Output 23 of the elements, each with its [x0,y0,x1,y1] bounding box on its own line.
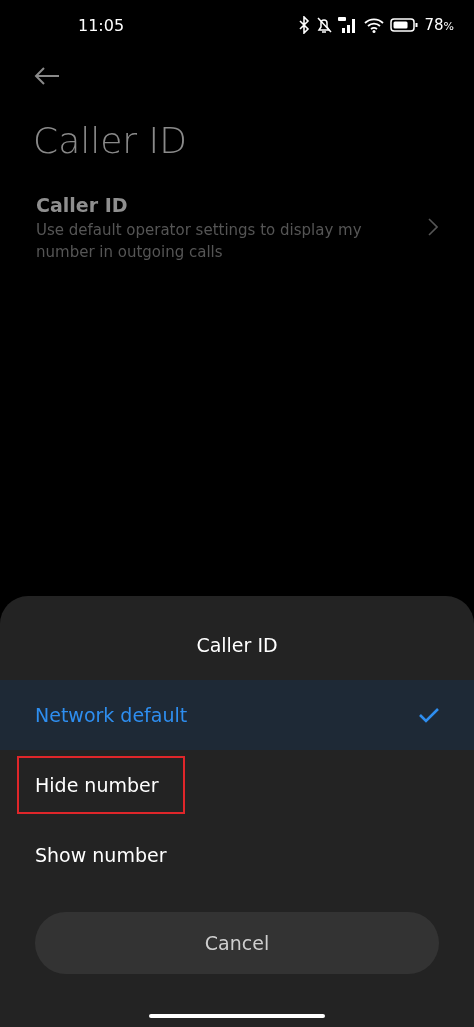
option-row[interactable]: Network default [0,680,474,750]
battery-icon [390,18,419,32]
status-time: 11:05 [78,15,125,35]
checkmark-icon [418,707,440,723]
percent-sign: % [443,20,454,33]
option-label: Hide number [19,758,183,812]
bluetooth-icon [298,16,311,34]
option-row[interactable]: Hide number [0,750,474,820]
setting-title: Caller ID [36,193,129,218]
back-button[interactable] [34,66,62,86]
option-label: Show number [35,843,167,868]
option-label: Network default [35,703,188,728]
wifi-icon [364,17,385,33]
dialog-title: Caller ID [195,634,279,656]
chevron-right-icon [428,218,438,236]
setting-summary: Use default operator settings to display my number in outgoing calls [36,220,363,263]
cancel-button[interactable]: Cancel [35,912,439,974]
muted-bell-icon [316,16,333,34]
battery-percent: 78 [424,16,444,34]
page-title: Caller ID [33,120,188,161]
option-row[interactable]: Show number [0,820,474,890]
setting-row[interactable]: Caller ID Use default operator settings to display my number in outgoing calls [0,191,474,263]
back-arrow-icon [34,67,60,85]
